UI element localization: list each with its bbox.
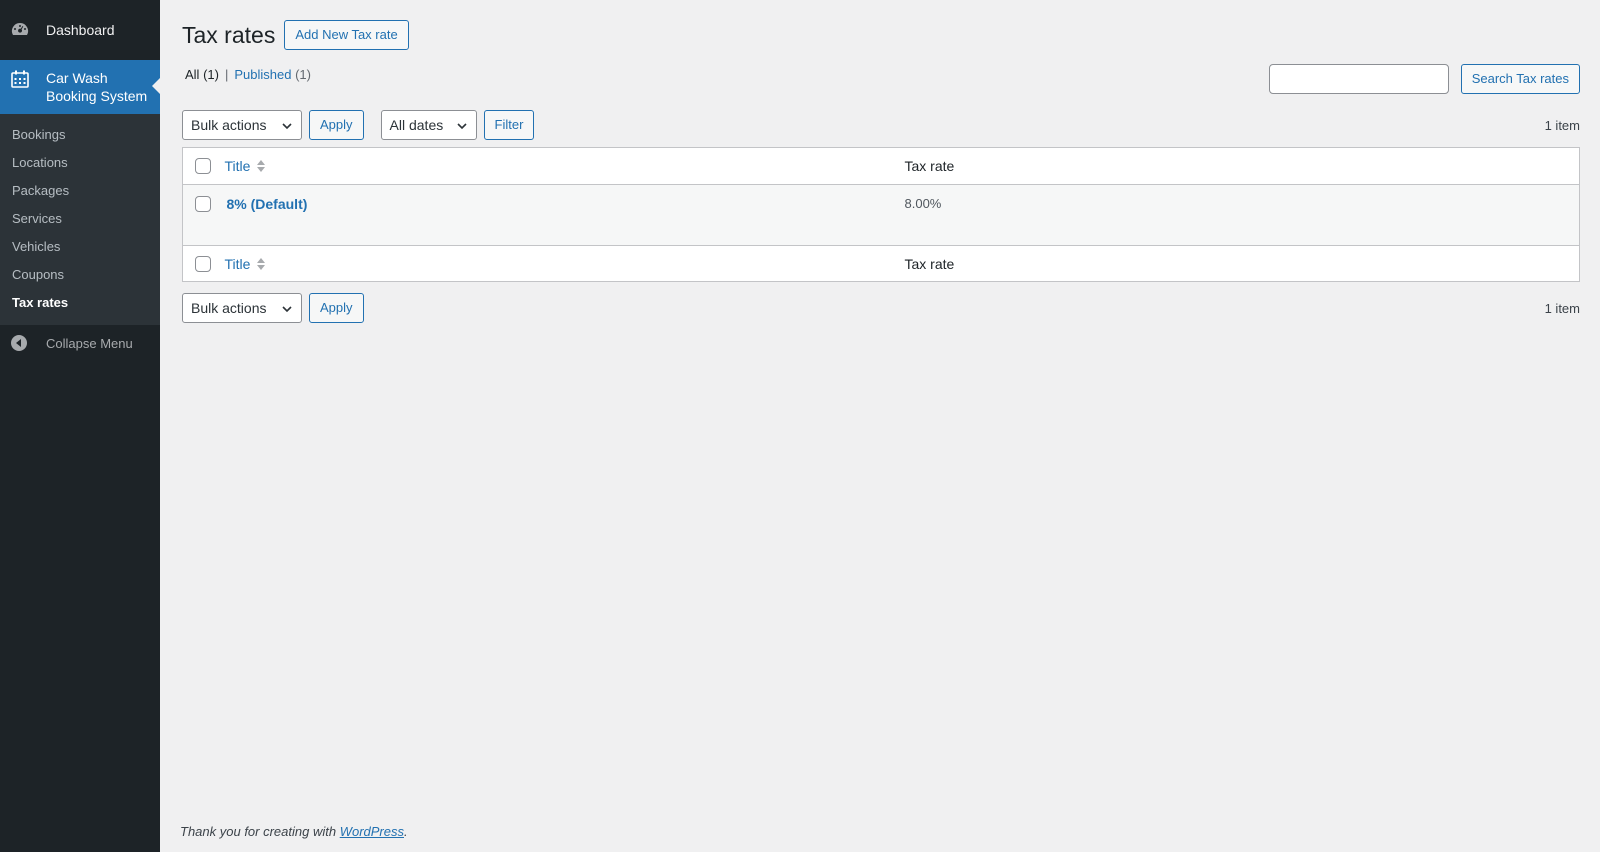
page-title: Tax rates xyxy=(182,21,276,48)
collapse-arrow-icon xyxy=(10,334,28,352)
column-title-label: Title xyxy=(224,158,251,174)
table-footer-row: Title Tax rate xyxy=(182,245,1580,282)
collapse-menu-label: Collapse Menu xyxy=(46,335,133,351)
search-box: Search Tax rates xyxy=(1268,64,1580,94)
select-all-checkbox[interactable] xyxy=(195,158,211,174)
footer-text-before: Thank you for creating with xyxy=(180,824,340,839)
column-title-label-footer: Title xyxy=(224,255,251,272)
row-checkbox[interactable] xyxy=(195,196,211,212)
row-title-link[interactable]: 8% (Default) xyxy=(227,196,308,212)
item-count-top: 1 item xyxy=(1544,117,1580,133)
search-input[interactable] xyxy=(1268,64,1449,94)
table-row: 8% (Default) 8.00% xyxy=(182,184,1580,246)
search-button[interactable]: Search Tax rates xyxy=(1460,64,1580,94)
menu-car-wash-booking[interactable]: Car Wash Booking System xyxy=(0,60,160,114)
view-all-label: All xyxy=(185,67,200,82)
select-all-cell xyxy=(183,148,225,185)
sort-by-title-link-footer[interactable]: Title xyxy=(225,256,267,272)
submenu-item-locations[interactable]: Locations xyxy=(0,149,160,177)
row-tax-rate-value: 8.00% xyxy=(904,196,942,211)
bulk-actions-select-top[interactable]: Bulk actions xyxy=(182,110,302,140)
tax-rates-table: Title Tax rate 8% (Default) 8.00% Title xyxy=(182,147,1580,282)
sort-arrows-icon xyxy=(257,160,266,172)
table-header-row: Title Tax rate xyxy=(182,148,1580,185)
bulk-actions-select-top-value: Bulk actions xyxy=(191,117,267,133)
menu-dashboard-label: Dashboard xyxy=(46,22,115,38)
row-title-cell: 8% (Default) xyxy=(225,185,905,246)
bulk-actions-select-bottom-value: Bulk actions xyxy=(191,300,267,316)
footer-text-after: . xyxy=(404,824,408,839)
view-filters: All (1) | Published (1) xyxy=(185,67,311,82)
column-header-tax-rate: Tax rate xyxy=(904,158,955,174)
select-all-cell-footer xyxy=(183,246,225,282)
calendar-icon xyxy=(10,69,30,89)
menu-current-label: Car Wash Booking System xyxy=(46,69,147,105)
tablenav-top: Bulk actions Apply All dates Filter 1 it… xyxy=(182,110,1580,140)
chevron-down-icon xyxy=(456,123,467,130)
apply-button-bottom[interactable]: Apply xyxy=(309,293,364,323)
menu-current-label-line1: Car Wash xyxy=(46,70,108,86)
tablenav-bottom: Bulk actions Apply 1 item xyxy=(182,293,1580,323)
select-all-checkbox-footer[interactable] xyxy=(195,255,211,272)
filter-button[interactable]: Filter xyxy=(483,110,535,140)
submenu-item-packages[interactable]: Packages xyxy=(0,177,160,205)
collapse-menu-button[interactable]: Collapse Menu xyxy=(0,325,160,361)
submenu: Bookings Locations Packages Services Veh… xyxy=(0,114,160,325)
submenu-item-vehicles[interactable]: Vehicles xyxy=(0,233,160,261)
submenu-item-tax-rates[interactable]: Tax rates xyxy=(0,289,160,317)
dashboard-gauge-icon xyxy=(10,20,30,40)
dates-filter-select[interactable]: All dates xyxy=(380,110,477,140)
column-footer-title: Title xyxy=(225,246,905,282)
row-checkbox-cell xyxy=(183,185,225,246)
submenu-item-coupons[interactable]: Coupons xyxy=(0,261,160,289)
add-new-tax-rate-button[interactable]: Add New Tax rate xyxy=(284,20,409,50)
view-separator: | xyxy=(224,67,229,82)
main-content: Tax rates Add New Tax rate All (1) | Publi… xyxy=(182,0,1580,852)
submenu-item-bookings[interactable]: Bookings xyxy=(0,121,160,149)
chevron-down-icon xyxy=(282,306,292,313)
column-footer-tax-rate: Tax rate xyxy=(904,255,955,272)
sort-by-title-link[interactable]: Title xyxy=(225,158,267,174)
chevron-down-icon xyxy=(282,123,292,130)
view-published-label: Published xyxy=(234,67,292,82)
submenu-item-services[interactable]: Services xyxy=(0,205,160,233)
apply-button-top[interactable]: Apply xyxy=(309,110,364,140)
bulk-actions-select-bottom[interactable]: Bulk actions xyxy=(182,293,302,323)
view-all-count: (1) xyxy=(203,67,219,82)
wordpress-link[interactable]: WordPress xyxy=(340,824,404,839)
menu-current-label-line2: Booking System xyxy=(46,88,148,104)
admin-sidebar: Dashboard Car Wash Booking System Bookin… xyxy=(0,0,160,852)
dates-filter-select-value: All dates xyxy=(389,117,444,133)
heading-row: Tax rates Add New Tax rate xyxy=(182,20,409,50)
row-tax-rate-cell: 8.00% xyxy=(905,185,1580,246)
view-published-link[interactable]: Published (1) xyxy=(234,67,311,82)
sort-arrows-icon xyxy=(257,257,266,270)
item-count-bottom: 1 item xyxy=(1544,300,1580,316)
menu-dashboard[interactable]: Dashboard xyxy=(0,0,160,60)
view-all-link[interactable]: All (1) xyxy=(185,67,219,82)
admin-footer: Thank you for creating with WordPress. xyxy=(180,824,408,839)
column-header-title: Title xyxy=(225,148,905,185)
view-published-count: (1) xyxy=(295,67,311,82)
